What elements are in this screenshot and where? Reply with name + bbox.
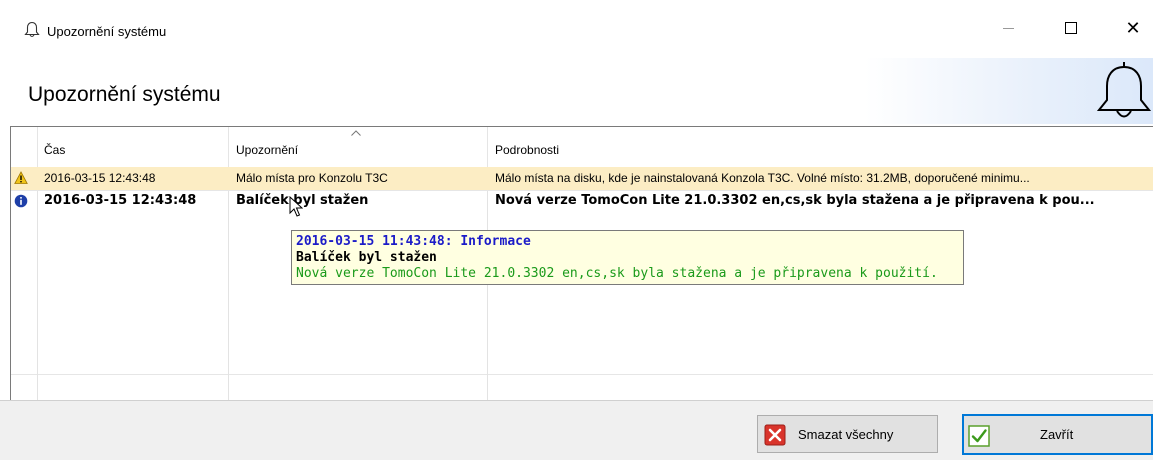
cell-details: Málo místa na disku, kde je nainstalovan… xyxy=(495,171,1030,185)
dialog-footer: Smazat všechny Zavřít xyxy=(0,400,1153,460)
column-divider xyxy=(37,213,38,400)
notification-tooltip: 2016-03-15 11:43:48: Informace Balíček b… xyxy=(291,230,964,285)
table-row[interactable]: 2016-03-15 12:43:48 Balíček byl stažen N… xyxy=(11,190,1153,214)
header-banner: Upozornění systému xyxy=(0,58,1153,124)
cell-time: 2016-03-15 12:43:48 xyxy=(44,171,156,185)
cell-notice: Málo místa pro Konzolu T3C xyxy=(236,171,388,185)
close-window-button[interactable]: ✕ xyxy=(1110,13,1153,43)
column-divider xyxy=(228,213,229,400)
tooltip-details: Nová verze TomoCon Lite 21.0.3302 en,cs,… xyxy=(296,266,938,281)
minimize-button[interactable] xyxy=(985,13,1031,43)
green-check-icon xyxy=(968,425,990,447)
page-title: Upozornění systému xyxy=(28,83,221,106)
cell-time: 2016-03-15 12:43:48 xyxy=(44,193,197,208)
maximize-icon xyxy=(1065,22,1077,34)
window-title: Upozornění systému xyxy=(47,24,167,39)
close-icon: ✕ xyxy=(1125,17,1141,38)
column-header-notice[interactable]: Upozornění xyxy=(236,143,298,157)
info-icon xyxy=(14,194,28,208)
bell-icon xyxy=(24,21,40,38)
sort-up-icon xyxy=(351,130,361,136)
table-row[interactable]: 2016-03-15 12:43:48 Málo místa pro Konzo… xyxy=(11,167,1153,191)
bell-icon xyxy=(1096,62,1152,118)
close-label: Zavřít xyxy=(1040,427,1074,442)
empty-row xyxy=(11,328,1153,352)
title-bar: Upozornění systému ✕ xyxy=(0,0,1153,58)
empty-row xyxy=(11,351,1153,375)
cell-details: Nová verze TomoCon Lite 21.0.3302 en,cs,… xyxy=(495,193,1095,208)
clear-all-button[interactable]: Smazat všechny xyxy=(757,415,938,453)
mouse-cursor-icon xyxy=(289,196,303,217)
warning-icon xyxy=(14,171,28,184)
clear-all-label: Smazat všechny xyxy=(798,427,894,442)
column-header-details[interactable]: Podrobnosti xyxy=(495,143,559,157)
red-x-icon xyxy=(764,424,786,446)
maximize-button[interactable] xyxy=(1048,13,1094,43)
empty-row xyxy=(11,282,1153,306)
empty-row xyxy=(11,305,1153,329)
tooltip-notice: Balíček byl stažen xyxy=(296,250,437,265)
column-header-time[interactable]: Čas xyxy=(44,143,65,157)
minimize-icon xyxy=(1002,27,1014,29)
close-button[interactable]: Zavřít xyxy=(962,414,1153,455)
tooltip-title: 2016-03-15 11:43:48: Informace xyxy=(296,234,531,249)
